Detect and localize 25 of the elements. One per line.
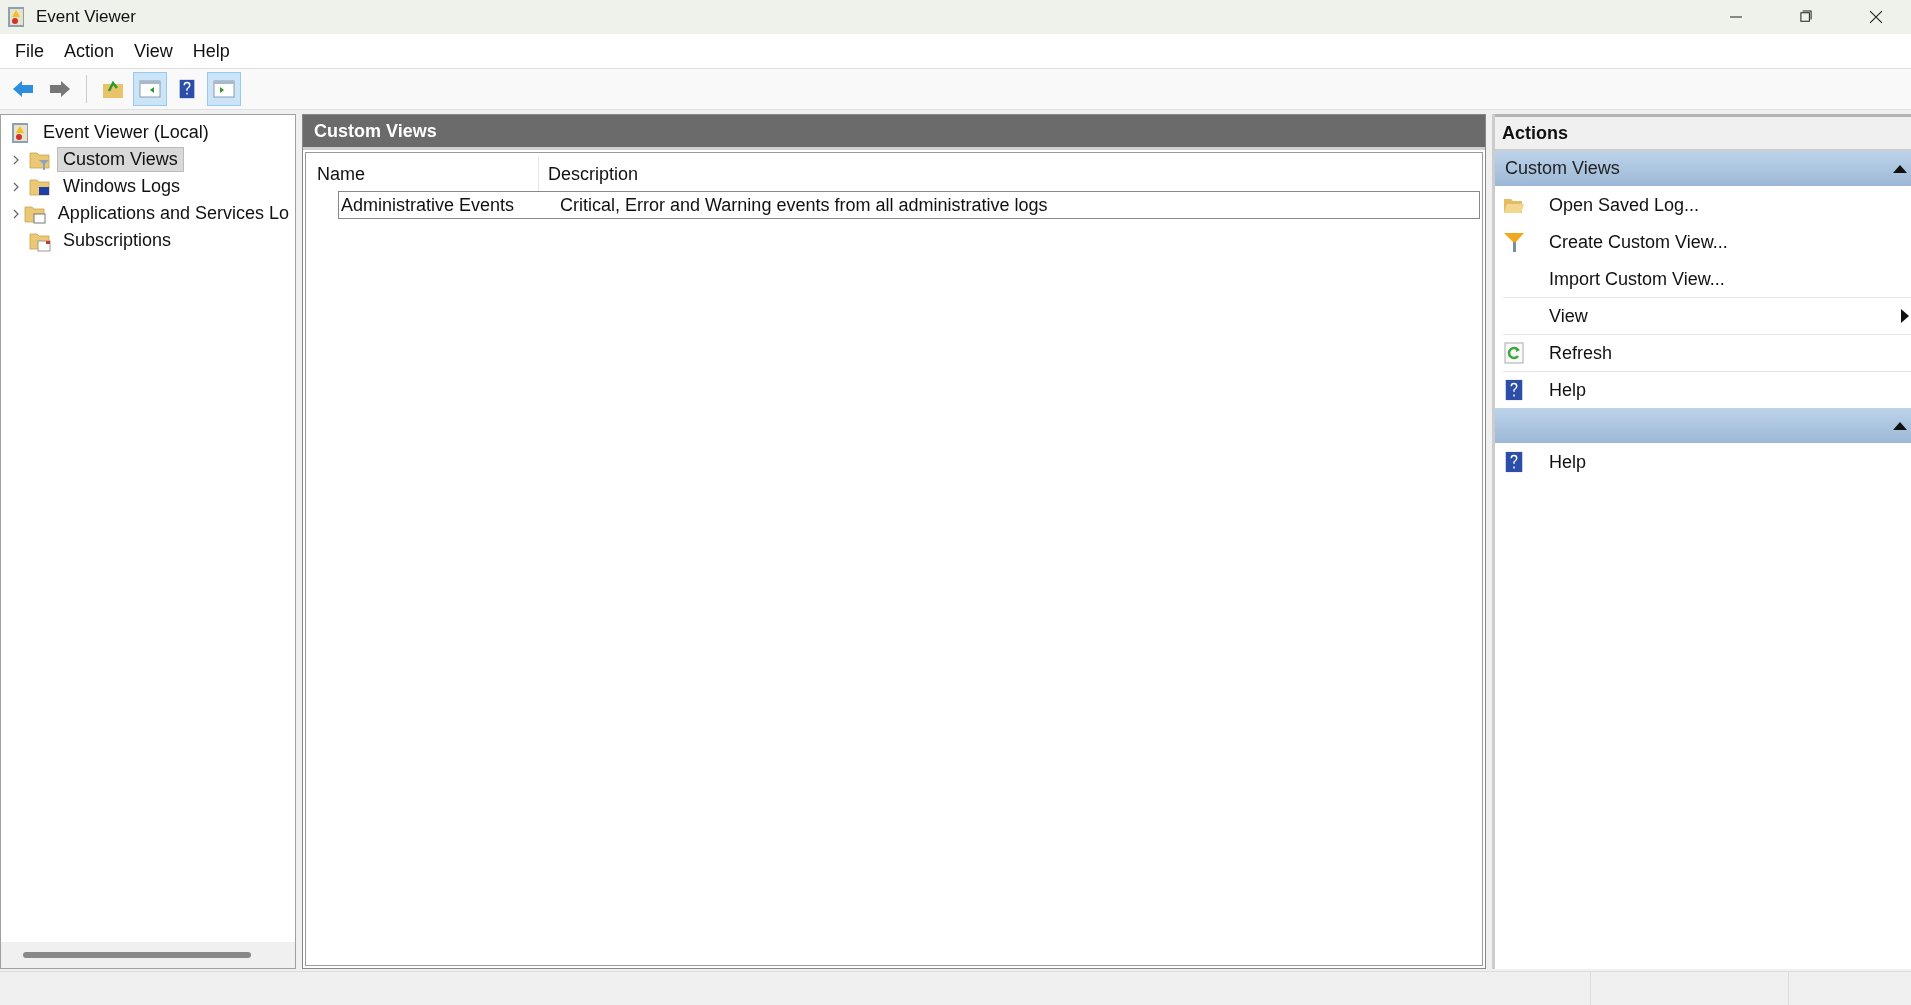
menu-item[interactable]: View [125,37,182,65]
task-link[interactable]: Open Saved Log... [1503,186,1911,223]
task-link[interactable]: View [1503,297,1911,334]
window-title: Event Viewer [36,7,136,27]
task-link[interactable]: Create Custom View... [1503,223,1911,260]
column-header[interactable]: Description [539,157,639,191]
tree-item[interactable]: Windows Logs [57,174,187,199]
section-title: Custom Views [1505,158,1620,179]
task-link[interactable]: Help [1503,443,1911,480]
table-row[interactable]: Administrative Events Critical, Error and Warning events from all administrative logs [338,191,1480,219]
menu-item[interactable]: File [6,37,53,65]
task-link[interactable]: Refresh [1503,334,1911,371]
table-cell-text: Critical, Error and Warning events from all administrative logs [559,194,1048,216]
column-header[interactable]: Name [306,157,539,191]
task-link[interactable]: Import Custom View... [1503,260,1911,297]
section-header[interactable]: Custom Views [1495,151,1911,186]
tree-item[interactable]: Event Viewer (Local) [37,120,215,145]
menu-item[interactable]: Action [55,37,124,65]
table-cell-text: Administrative Events [340,194,516,216]
menu-item[interactable]: Help [183,37,239,65]
pane-title: Custom Views [314,120,437,142]
tree-item[interactable]: Applications and Services Lo [51,201,295,226]
tree-item[interactable]: Custom Views [57,147,184,172]
tree-item[interactable]: Subscriptions [57,228,178,253]
pane-title: Actions [1502,122,1568,144]
